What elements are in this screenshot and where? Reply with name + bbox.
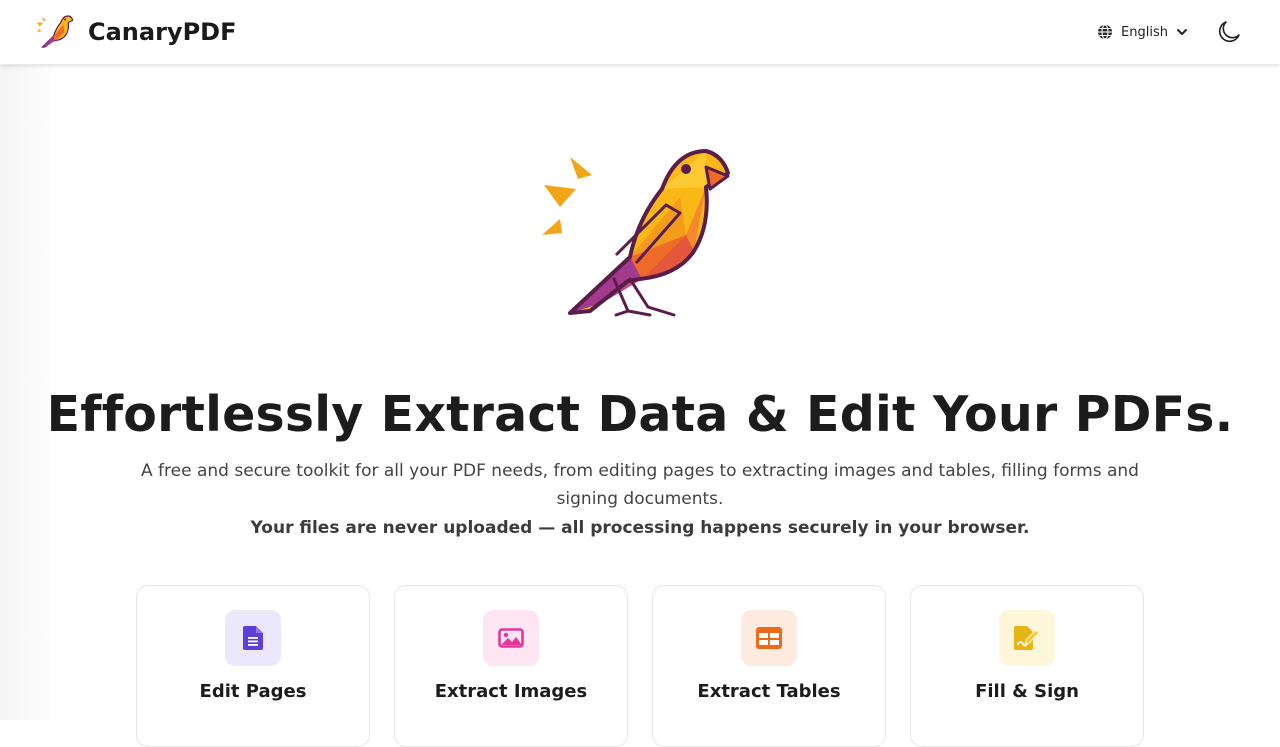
language-label: English xyxy=(1121,24,1168,40)
tool-card-edit-pages[interactable]: Edit Pages xyxy=(136,585,370,747)
tool-card-title: Extract Tables xyxy=(697,681,841,702)
brand-name: CanaryPDF xyxy=(88,18,237,46)
hero-headline: Effortlessly Extract Data & Edit Your PD… xyxy=(46,386,1234,443)
canary-body xyxy=(568,149,730,317)
table-icon xyxy=(756,627,782,649)
spark-2 xyxy=(544,185,576,207)
globe-icon xyxy=(1098,24,1113,40)
tool-card-fill-sign[interactable]: Fill & Sign xyxy=(910,585,1144,747)
tool-card-extract-images[interactable]: Extract Images xyxy=(394,585,628,747)
brand-link[interactable]: CanaryPDF xyxy=(34,12,236,52)
theme-toggle-button[interactable] xyxy=(1216,19,1242,45)
tool-icon-tile xyxy=(741,610,797,666)
moon-icon xyxy=(1218,21,1240,43)
top-navbar: CanaryPDF English xyxy=(0,0,1280,64)
tool-card-title: Extract Images xyxy=(434,681,588,702)
privacy-note: Your files are never uploaded — all proc… xyxy=(250,518,1030,538)
canary-logo-icon xyxy=(36,15,74,48)
tool-card-extract-tables[interactable]: Extract Tables xyxy=(652,585,886,747)
document-icon xyxy=(243,626,263,650)
tool-icon-tile xyxy=(999,610,1055,666)
spark-1 xyxy=(570,157,592,179)
tool-card-title: Fill & Sign xyxy=(975,681,1079,702)
spark-3 xyxy=(542,219,562,235)
canary-hero-illustration xyxy=(542,149,730,317)
image-icon xyxy=(498,628,524,648)
tool-icon-tile xyxy=(483,610,539,666)
language-selector[interactable]: English xyxy=(1097,24,1188,40)
tool-card-title: Edit Pages xyxy=(199,681,307,702)
signature-icon xyxy=(1014,626,1040,650)
hero-subtitle: A free and secure toolkit for all your P… xyxy=(141,461,1139,509)
tool-icon-tile xyxy=(225,610,281,666)
chevron-down-icon xyxy=(1177,29,1187,35)
